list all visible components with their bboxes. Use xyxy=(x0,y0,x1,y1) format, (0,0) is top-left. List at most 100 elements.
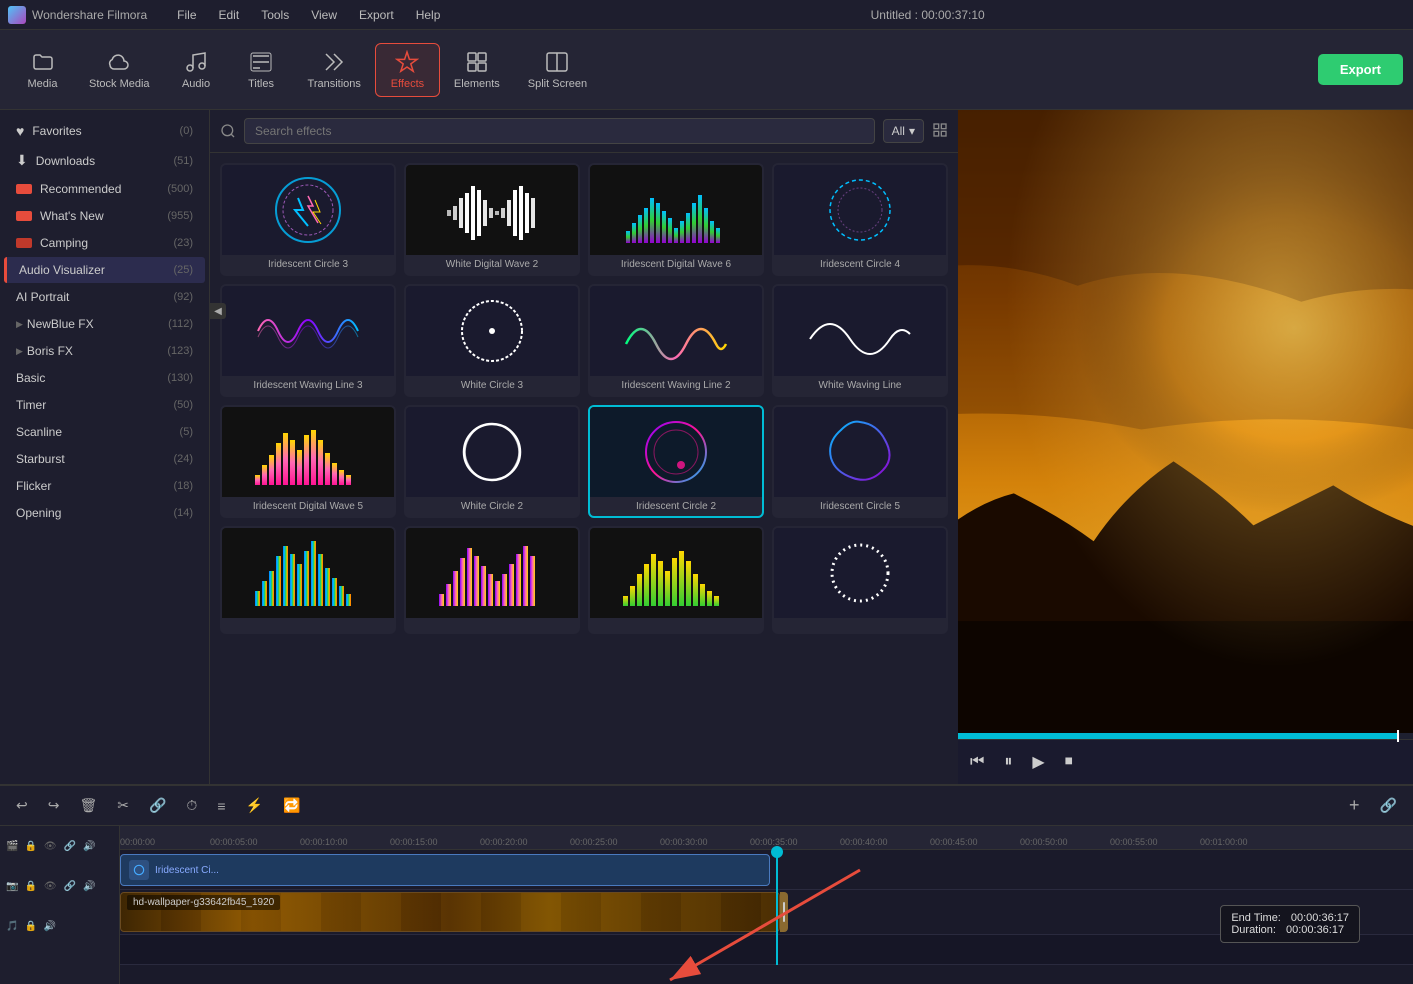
effect-card-white-circle-3[interactable]: White Circle 3 xyxy=(404,284,580,397)
sidebar-item-timer[interactable]: Timer (50) xyxy=(4,392,205,418)
undo-btn[interactable]: ↩ xyxy=(10,794,34,817)
sidebar-label-camping: Camping xyxy=(40,236,173,250)
effect-clip[interactable]: Iridescent Ci... xyxy=(120,854,770,886)
sidebar-item-basic[interactable]: Basic (130) xyxy=(4,365,205,391)
delete-btn[interactable]: 🗑 xyxy=(73,794,103,817)
tool-effects[interactable]: Effects xyxy=(375,43,440,97)
video-mute-btn[interactable]: 🔊 xyxy=(81,879,97,894)
sidebar-item-flicker[interactable]: Flicker (18) xyxy=(4,473,205,499)
menu-view[interactable]: View xyxy=(301,6,347,24)
redo-btn[interactable]: ↪ xyxy=(42,794,66,817)
export-button[interactable]: Export xyxy=(1318,54,1403,85)
audio-lock-btn[interactable]: 🔒 xyxy=(22,919,38,934)
iridescent-circle-5-svg xyxy=(805,410,915,495)
tool-effects-label: Effects xyxy=(391,78,424,90)
audio-mute-btn-2[interactable]: 🔊 xyxy=(42,919,58,934)
preview-stop-btn[interactable]: ⏹ xyxy=(1061,749,1077,775)
video-hide-btn[interactable]: 👁 xyxy=(42,879,59,894)
sidebar-item-starburst[interactable]: Starburst (24) xyxy=(4,446,205,472)
tool-media[interactable]: Media xyxy=(10,44,75,96)
effect-card-bar-chart-3[interactable] xyxy=(588,526,764,634)
boris-expand-icon: ▶ xyxy=(16,346,23,357)
effect-card-iridescent-waving-line-2[interactable]: Iridescent Waving Line 2 xyxy=(588,284,764,397)
sidebar-item-whats-new[interactable]: What's New (955) xyxy=(4,203,205,229)
sidebar-item-newblue-fx[interactable]: ▶ NewBlue FX (112) xyxy=(4,311,205,337)
effect-card-bar-chart-1[interactable] xyxy=(220,526,396,634)
timeline-main[interactable]: 00:00:00 00:00:05:00 00:00:10:00 00:00:1… xyxy=(120,826,1413,984)
effect-thumb-iridescent-waving-line-3 xyxy=(222,286,394,376)
tool-split-screen[interactable]: Split Screen xyxy=(514,44,601,96)
preview-play-btn[interactable]: ▶ xyxy=(1028,748,1048,776)
track-mute-btn[interactable]: 🔊 xyxy=(81,839,97,854)
effect-card-white-circle-2[interactable]: White Circle 2 xyxy=(404,405,580,518)
effect-thumb-iridescent-circle-3 xyxy=(222,165,394,255)
menu-export[interactable]: Export xyxy=(349,6,404,24)
effect-card-circle-dots[interactable] xyxy=(772,526,948,634)
sidebar-label-starburst: Starburst xyxy=(16,452,173,466)
link-btn[interactable]: 🔗 xyxy=(143,794,172,817)
effect-label-bar-chart-3 xyxy=(590,618,762,632)
sidebar-item-favorites[interactable]: ♥ Favorites (0) xyxy=(4,117,205,145)
video-lock-btn[interactable]: 🔒 xyxy=(22,879,38,894)
ruler-time-25: 00:00:25:00 xyxy=(570,837,618,847)
link-track-btn[interactable]: 🔗 xyxy=(1374,794,1403,817)
video-clip[interactable]: hd-wallpaper-g33642fb45_1920 xyxy=(120,892,780,932)
sidebar-item-audio-visualizer[interactable]: Audio Visualizer (25) xyxy=(4,257,205,283)
effect-card-iridescent-circle-3[interactable]: Iridescent Circle 3 xyxy=(220,163,396,276)
grid-view-icon[interactable] xyxy=(932,122,948,141)
track-lock-btn[interactable]: 🔒 xyxy=(22,839,38,854)
sidebar-item-downloads[interactable]: ⬇ Downloads (51) xyxy=(4,146,205,175)
crop-btn[interactable]: 🔁 xyxy=(277,794,306,817)
track-link-btn[interactable]: 🔗 xyxy=(62,839,78,854)
menu-help[interactable]: Help xyxy=(406,6,451,24)
effect-card-iridescent-circle-2[interactable]: Iridescent Circle 2 xyxy=(588,405,764,518)
effect-card-iridescent-circle-4[interactable]: Iridescent Circle 4 xyxy=(772,163,948,276)
video-clip-resize-handle[interactable] xyxy=(780,892,788,932)
preview-progress-bar[interactable] xyxy=(958,733,1413,739)
tool-audio[interactable]: Audio xyxy=(164,44,229,96)
menu-file[interactable]: File xyxy=(167,6,206,24)
menu-edit[interactable]: Edit xyxy=(209,6,250,24)
search-input[interactable] xyxy=(244,118,875,144)
sidebar-count-opening: (14) xyxy=(173,507,193,519)
iridescent-digital-wave-6-svg xyxy=(621,168,731,253)
cut-btn[interactable]: ✂ xyxy=(111,794,135,817)
effect-card-iridescent-circle-5[interactable]: Iridescent Circle 5 xyxy=(772,405,948,518)
sidebar-item-boris-fx[interactable]: ▶ Boris FX (123) xyxy=(4,338,205,364)
tool-titles[interactable]: Titles xyxy=(229,44,294,96)
effects-panel: All ▾ ◀ xyxy=(210,110,958,784)
effect-card-white-digital-wave-2[interactable]: White Digital Wave 2 xyxy=(404,163,580,276)
sidebar-item-scanline[interactable]: Scanline (5) xyxy=(4,419,205,445)
effect-card-white-waving-line[interactable]: White Waving Line xyxy=(772,284,948,397)
effect-thumb-iridescent-circle-4 xyxy=(774,165,946,255)
video-link-btn[interactable]: 🔗 xyxy=(62,879,78,894)
tool-split-screen-label: Split Screen xyxy=(528,78,587,90)
effect-card-iridescent-digital-wave-5[interactable]: Iridescent Digital Wave 5 xyxy=(220,405,396,518)
sidebar-count-scanline: (5) xyxy=(180,426,193,438)
playhead[interactable] xyxy=(776,850,778,965)
tool-stock-media[interactable]: Stock Media xyxy=(75,44,164,96)
main-area: ♥ Favorites (0) ⬇ Downloads (51) Recomme… xyxy=(0,110,1413,784)
split-btn[interactable]: ⚡ xyxy=(240,794,269,817)
sidebar-item-recommended[interactable]: Recommended (500) xyxy=(4,176,205,202)
audio-adjust-btn[interactable]: ≡ xyxy=(211,795,231,817)
sidebar-item-ai-portrait[interactable]: AI Portrait (92) xyxy=(4,284,205,310)
preview-play-pause-btn[interactable]: ⏸ xyxy=(1000,749,1016,775)
track-row-audio xyxy=(120,935,1413,965)
menu-tools[interactable]: Tools xyxy=(251,6,299,24)
preview-prev-frame-btn[interactable]: ⏮ xyxy=(966,749,988,775)
filter-dropdown[interactable]: All ▾ xyxy=(883,119,924,143)
track-hide-btn[interactable]: 👁 xyxy=(42,839,59,854)
effect-label-iridescent-digital-wave-5: Iridescent Digital Wave 5 xyxy=(222,497,394,516)
scroll-left-btn[interactable]: ◀ xyxy=(210,303,226,319)
effect-card-bar-chart-2[interactable] xyxy=(404,526,580,634)
tool-transitions[interactable]: Transitions xyxy=(294,44,375,96)
effect-card-iridescent-digital-wave-6[interactable]: Iridescent Digital Wave 6 xyxy=(588,163,764,276)
effect-card-iridescent-waving-line-3[interactable]: Iridescent Waving Line 3 xyxy=(220,284,396,397)
speed-btn[interactable]: ⏱ xyxy=(180,794,203,817)
effect-label-white-digital-wave-2: White Digital Wave 2 xyxy=(406,255,578,274)
add-track-btn[interactable]: + xyxy=(1343,792,1366,819)
sidebar-item-camping[interactable]: Camping (23) xyxy=(4,230,205,256)
sidebar-item-opening[interactable]: Opening (14) xyxy=(4,500,205,526)
tool-elements[interactable]: Elements xyxy=(440,44,514,96)
